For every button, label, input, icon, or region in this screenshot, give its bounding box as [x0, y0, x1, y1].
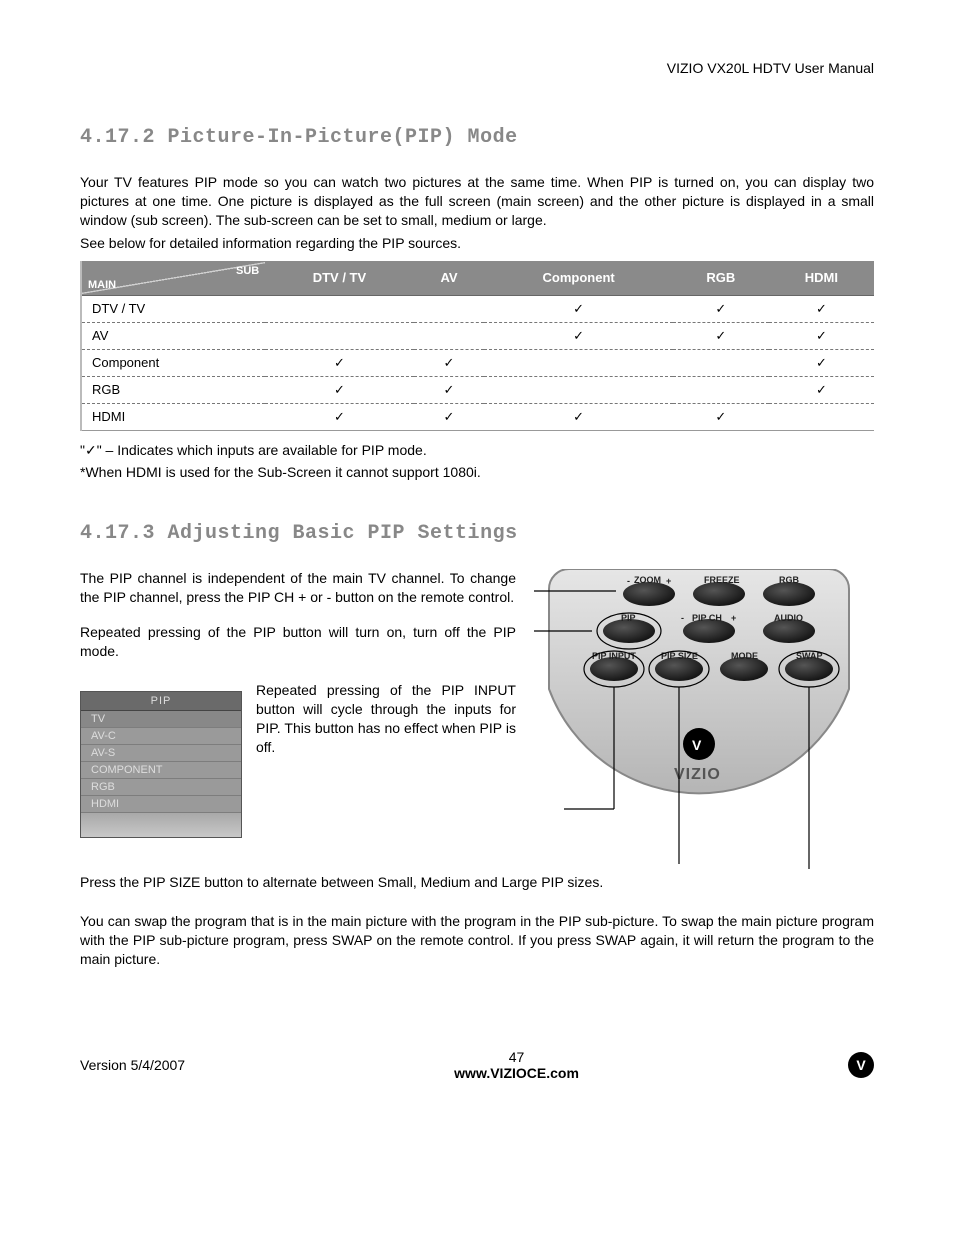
table-note: *When HDMI is used for the Sub-Screen it…: [80, 463, 874, 482]
table-row: HDMI✓✓✓✓: [81, 403, 874, 430]
section-heading-pip-settings: 4.17.3 Adjusting Basic PIP Settings: [80, 522, 874, 545]
table-row: RGB✓✓✓: [81, 376, 874, 403]
col-header: Component: [484, 261, 673, 296]
table-cell: ✓: [769, 322, 874, 349]
table-cell: [673, 349, 769, 376]
table-note: "✓" – Indicates which inputs are availab…: [80, 441, 874, 460]
svg-text:PIP INPUT: PIP INPUT: [592, 651, 636, 661]
table-cell: [265, 295, 413, 322]
col-header: AV: [414, 261, 485, 296]
table-cell: ✓: [484, 403, 673, 430]
table-cell: [265, 322, 413, 349]
table-row: AV✓✓✓: [81, 322, 874, 349]
row-header: AV: [81, 322, 265, 349]
table-cell: ✓: [769, 376, 874, 403]
table-cell: [769, 403, 874, 430]
svg-text:AUDIO: AUDIO: [774, 613, 803, 623]
row-header: DTV / TV: [81, 295, 265, 322]
menu-item: TV: [81, 711, 241, 728]
table-cell: ✓: [414, 403, 485, 430]
svg-text:FREEZE: FREEZE: [704, 575, 740, 585]
svg-text:PIP: PIP: [621, 613, 636, 623]
menu-title: PIP: [81, 692, 241, 711]
table-row: DTV / TV✓✓✓: [81, 295, 874, 322]
table-cell: ✓: [414, 376, 485, 403]
menu-item: COMPONENT: [81, 762, 241, 779]
svg-text:MODE: MODE: [731, 651, 758, 661]
table-cell: [484, 376, 673, 403]
menu-footer: [81, 813, 241, 837]
menu-item: HDMI: [81, 796, 241, 813]
svg-text:RGB: RGB: [779, 575, 800, 585]
table-cell: [414, 322, 485, 349]
table-cell: [414, 295, 485, 322]
paragraph: Repeated pressing of the PIP button will…: [80, 623, 516, 661]
paragraph: Repeated pressing of the PIP INPUT butto…: [256, 681, 516, 757]
paragraph: See below for detailed information regar…: [80, 234, 874, 253]
table-corner-cell: SUB MAIN: [81, 261, 265, 296]
col-header: RGB: [673, 261, 769, 296]
remote-control-diagram: - ZOOM + FREEZE RGB PIP - PIP CH + AUDIO: [534, 569, 864, 869]
svg-text:-: -: [681, 613, 684, 623]
page-footer: Version 5/4/2007 47 www.VIZIOCE.com V: [80, 1049, 874, 1081]
svg-text:V: V: [692, 737, 702, 753]
col-header: HDMI: [769, 261, 874, 296]
paragraph: You can swap the program that is in the …: [80, 912, 874, 969]
version-text: Version 5/4/2007: [80, 1057, 185, 1073]
paragraph: Press the PIP SIZE button to alternate b…: [80, 873, 874, 892]
table-cell: ✓: [769, 295, 874, 322]
svg-text:VIZIO: VIZIO: [674, 766, 721, 783]
table-cell: ✓: [414, 349, 485, 376]
row-header: Component: [81, 349, 265, 376]
table-cell: ✓: [673, 403, 769, 430]
table-cell: [484, 349, 673, 376]
row-header: RGB: [81, 376, 265, 403]
document-header: VIZIO VX20L HDTV User Manual: [80, 60, 874, 76]
table-cell: ✓: [673, 295, 769, 322]
svg-text:-: -: [627, 576, 630, 586]
pip-osd-menu: PIP TV AV-C AV-S COMPONENT RGB HDMI: [80, 691, 242, 838]
table-cell: ✓: [673, 322, 769, 349]
table-cell: ✓: [265, 349, 413, 376]
svg-text:+: +: [731, 613, 736, 623]
page-number: 47: [185, 1049, 848, 1065]
svg-text:ZOOM: ZOOM: [634, 575, 661, 585]
vizio-logo-icon: V: [848, 1052, 874, 1078]
table-cell: ✓: [265, 376, 413, 403]
table-cell: ✓: [265, 403, 413, 430]
table-header-row: SUB MAIN DTV / TV AV Component RGB HDMI: [81, 261, 874, 296]
menu-item: AV-C: [81, 728, 241, 745]
svg-text:PIP CH: PIP CH: [692, 613, 722, 623]
paragraph: Your TV features PIP mode so you can wat…: [80, 173, 874, 230]
menu-item: AV-S: [81, 745, 241, 762]
pip-compatibility-table: SUB MAIN DTV / TV AV Component RGB HDMI …: [80, 261, 874, 431]
table-cell: ✓: [769, 349, 874, 376]
table-cell: [673, 376, 769, 403]
svg-text:SWAP: SWAP: [796, 651, 823, 661]
table-cell: ✓: [484, 295, 673, 322]
svg-text:+: +: [666, 576, 671, 586]
table-row: Component✓✓✓: [81, 349, 874, 376]
footer-url: www.VIZIOCE.com: [185, 1065, 848, 1081]
paragraph: The PIP channel is independent of the ma…: [80, 569, 516, 607]
row-header: HDMI: [81, 403, 265, 430]
table-body: DTV / TV✓✓✓AV✓✓✓Component✓✓✓RGB✓✓✓HDMI✓✓…: [81, 295, 874, 430]
remote-row-1: - ZOOM + FREEZE RGB: [623, 575, 815, 606]
menu-item: RGB: [81, 779, 241, 796]
section-heading-pip-mode: 4.17.2 Picture-In-Picture(PIP) Mode: [80, 126, 874, 149]
table-cell: ✓: [484, 322, 673, 349]
col-header: DTV / TV: [265, 261, 413, 296]
